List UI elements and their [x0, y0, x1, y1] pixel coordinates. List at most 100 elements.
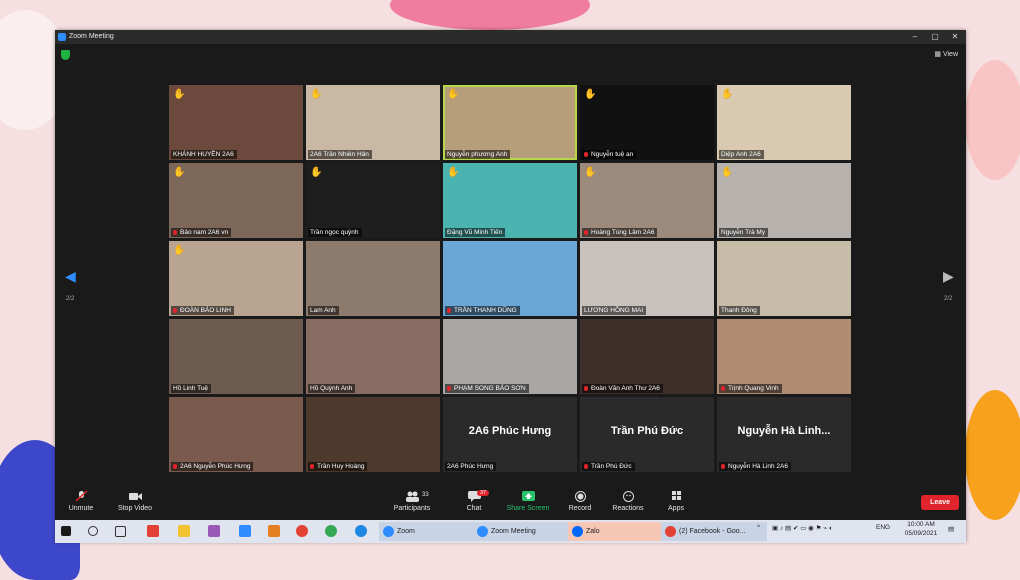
maximize-button[interactable]: ▢ — [928, 31, 942, 43]
participant-tile[interactable]: ✋ Đặng Vũ Minh Tiến — [443, 163, 577, 238]
record-button[interactable]: Record — [558, 491, 602, 512]
participant-name-bar: 2A6 Phúc Hưng — [445, 462, 497, 471]
smiley-icon — [622, 491, 634, 502]
taskbar-app-label: Zoom — [397, 528, 415, 535]
participant-tile[interactable]: ✋ 2A6 Trần Nhiên Hân — [306, 85, 440, 160]
participant-tile[interactable]: ✋ Hoàng Tùng Lâm 2A6 — [580, 163, 714, 238]
previous-page-arrow-icon[interactable]: ◀ — [65, 268, 76, 285]
file-explorer-icon[interactable] — [178, 525, 190, 537]
taskbar-app-label: (2) Facebook - Goo... — [679, 528, 746, 535]
microphone-muted-icon — [74, 491, 88, 502]
participant-tile[interactable]: ✋ Nguyễn tuệ an — [580, 85, 714, 160]
date: 05/09/2021 — [904, 530, 938, 537]
taskbar-app-zalo[interactable]: Zalo — [568, 522, 664, 541]
participant-tile[interactable]: Hồ Linh Tuệ — [169, 319, 303, 394]
muted-microphone-icon — [584, 229, 588, 235]
participant-name: LƯƠNG HỒNG MAI — [584, 307, 644, 314]
participant-name: Hồ Quỳnh Anh — [310, 385, 353, 392]
view-button[interactable]: ▦ View — [934, 50, 958, 58]
participant-name-bar: Thanh Đông — [719, 306, 760, 315]
taskbar-app-chrome[interactable]: (2) Facebook - Goo... — [661, 522, 767, 541]
participant-name: 2A6 Trần Nhiên Hân — [310, 151, 369, 158]
windows-start-icon[interactable] — [61, 526, 71, 536]
participant-tile[interactable]: ✋ Bảo nam 2A6 vn — [169, 163, 303, 238]
tray-chevron-icon[interactable]: ^ — [757, 524, 760, 531]
participant-display-name: 2A6 Phúc Hưng — [468, 425, 552, 437]
raised-hand-icon: ✋ — [721, 167, 734, 178]
participant-tile[interactable]: Trịnh Quang Vinh — [717, 319, 851, 394]
participant-tile[interactable]: ✋ Nguyễn phương Anh — [443, 85, 577, 160]
participants-label: Participants — [393, 505, 431, 512]
participant-tile[interactable]: Đoàn Văn Anh Thư 2A6 — [580, 319, 714, 394]
search-icon[interactable] — [88, 526, 98, 536]
edge-icon[interactable] — [239, 525, 251, 537]
muted-microphone-icon — [173, 463, 177, 469]
reactions-label: Reactions — [612, 505, 644, 512]
participant-name-bar: Hoàng Tùng Lâm 2A6 — [582, 228, 658, 237]
clock[interactable]: 10:00 AM 05/09/2021 — [898, 521, 944, 537]
chat-badge: 37 — [477, 490, 490, 496]
apps-button[interactable]: Apps — [654, 491, 698, 512]
participant-name-bar: LƯƠNG HỒNG MAI — [582, 306, 647, 315]
notification-icon[interactable]: ▤ — [948, 525, 954, 533]
participant-tile[interactable]: ✋ Nguyễn Trà My — [717, 163, 851, 238]
zoom-window: Zoom Meeting – ▢ ✕ ▦ View ◀ 2/2 ▶ 2/2 ✋ K… — [55, 30, 966, 542]
security-shield-icon[interactable] — [61, 50, 70, 60]
firefox-icon[interactable] — [296, 525, 308, 537]
taskbar-app-zoom-meeting[interactable]: Zoom Meeting — [473, 522, 571, 541]
leave-button[interactable]: Leave — [921, 495, 959, 510]
meeting-toolbar: Unmute Stop Video Participants 33 Chat 3… — [55, 488, 966, 518]
apps-label: Apps — [668, 505, 684, 512]
minimize-button[interactable]: – — [908, 31, 922, 43]
tray-icons[interactable]: ▣ ♪ ▤ ✔ ▭ ◉ ⚑ ⌁ ◐ — [772, 524, 833, 532]
participants-button[interactable]: Participants 33 — [390, 491, 434, 512]
participant-tile[interactable]: Trần Huy Hoàng — [306, 397, 440, 472]
background-leaf-bottom-right — [965, 390, 1020, 520]
participant-tile[interactable]: ✋ Diệp Anh 2A6 — [717, 85, 851, 160]
grid-icon: ▦ — [934, 51, 943, 58]
close-button[interactable]: ✕ — [948, 31, 962, 43]
share-screen-label: Share Screen — [506, 505, 550, 512]
task-view-icon[interactable] — [115, 526, 126, 537]
participant-tile[interactable]: PHẠM SONG BẢO SƠN — [443, 319, 577, 394]
participant-tile[interactable]: Lam Anh — [306, 241, 440, 316]
paint-app-icon[interactable] — [208, 525, 220, 537]
chrome-icon[interactable] — [325, 525, 337, 537]
chat-button[interactable]: Chat 37 — [452, 490, 496, 512]
participant-name-bar: Trần Phú Đức — [582, 462, 635, 471]
page-indicator-left: 2/2 — [66, 296, 75, 302]
participant-tile[interactable]: Trần Phú Đức Trần Phú Đức — [580, 397, 714, 472]
participant-name: ĐOÀN BẢO LINH — [180, 307, 231, 314]
participant-name: Nguyễn phương Anh — [447, 151, 508, 158]
participant-tile[interactable]: ✋ Trần ngọc quỳnh — [306, 163, 440, 238]
stop-video-button[interactable]: Stop Video — [113, 491, 157, 512]
participant-name-bar: Đoàn Văn Anh Thư 2A6 — [582, 384, 663, 393]
view-label: View — [942, 51, 958, 58]
muted-microphone-icon — [584, 385, 588, 391]
pinned-app-icon[interactable] — [147, 525, 159, 537]
participant-tile[interactable]: TRẦN THANH DŨNG — [443, 241, 577, 316]
participant-name-bar: Hồ Linh Tuệ — [171, 384, 212, 393]
unmute-button[interactable]: Unmute — [59, 491, 103, 512]
participant-tile[interactable]: Thanh Đông — [717, 241, 851, 316]
participant-tile[interactable]: Nguyễn Hà Linh... Nguyễn Hà Linh 2A6 — [717, 397, 851, 472]
ie-icon[interactable] — [355, 525, 367, 537]
language-indicator[interactable]: ENG — [876, 524, 890, 531]
participant-tile[interactable]: Hồ Quỳnh Anh — [306, 319, 440, 394]
participant-tile[interactable]: ✋ ĐOÀN BẢO LINH — [169, 241, 303, 316]
participant-tile[interactable]: LƯƠNG HỒNG MAI — [580, 241, 714, 316]
next-page-arrow-icon[interactable]: ▶ — [943, 268, 954, 285]
participant-name: Đoàn Văn Anh Thư 2A6 — [591, 385, 660, 392]
muted-microphone-icon — [447, 307, 451, 313]
taskbar-app-label: Zoom Meeting — [491, 528, 536, 535]
participant-tile[interactable]: 2A6 Phúc Hưng 2A6 Phúc Hưng — [443, 397, 577, 472]
participant-name: Lam Anh — [310, 307, 336, 314]
participant-tile[interactable]: ✋ KHÁNH HUYỀN 2A6 — [169, 85, 303, 160]
taskbar-app-zoom[interactable]: Zoom — [379, 522, 477, 541]
word-app-icon[interactable] — [268, 525, 280, 537]
muted-microphone-icon — [173, 307, 177, 313]
reactions-button[interactable]: Reactions — [606, 491, 650, 512]
participant-tile[interactable]: 2A6 Nguyễn Phúc Hưng — [169, 397, 303, 472]
share-screen-button[interactable]: Share Screen — [504, 491, 552, 512]
record-icon — [574, 491, 586, 502]
